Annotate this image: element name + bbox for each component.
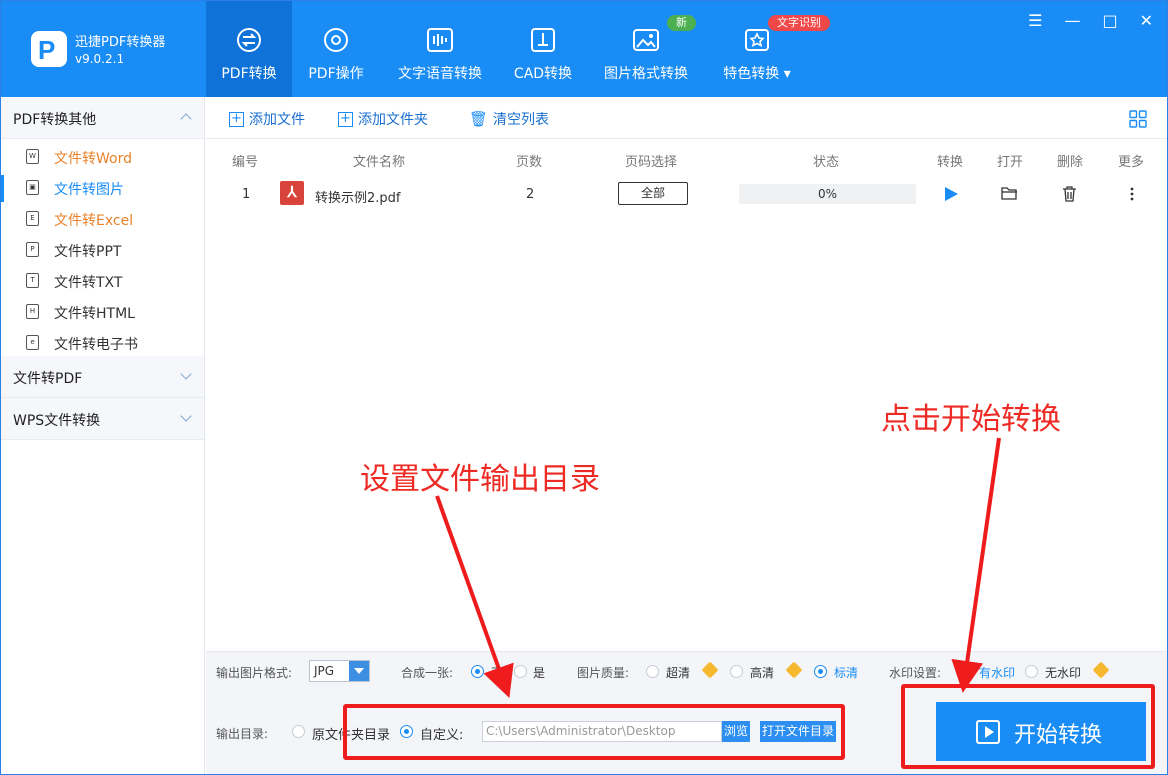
annotation-arrows (435, 437, 1001, 699)
arrow-to-start (951, 437, 1001, 693)
arrow-to-output (435, 495, 514, 699)
app-window: P 迅捷PDF转换器 v9.0.2.1 PDF转换 PDF操作 文字语音转换 C… (0, 0, 1168, 775)
